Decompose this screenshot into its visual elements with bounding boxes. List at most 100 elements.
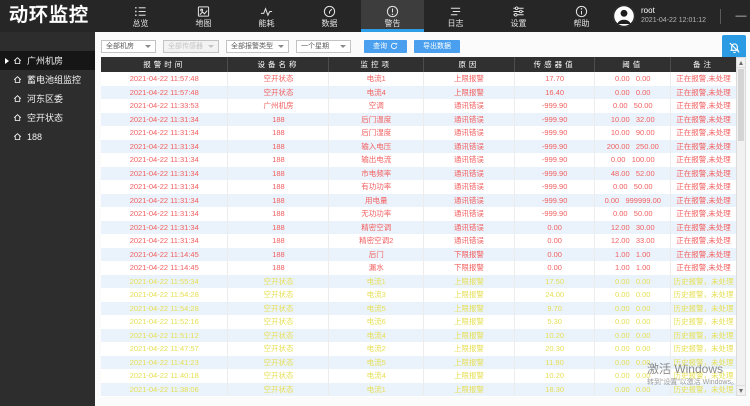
cell-value: 9.70 bbox=[514, 302, 595, 316]
cell-threshold: 0.00 0.00 bbox=[595, 369, 671, 383]
sensor-filter-select[interactable]: 全部传感器 bbox=[163, 40, 219, 53]
cell-reason: 上限报警 bbox=[424, 86, 515, 100]
cell-device: 188 bbox=[228, 221, 329, 235]
nav-item-5[interactable]: 警告 bbox=[361, 0, 424, 32]
cell-threshold: 0.00 50.00 bbox=[595, 180, 671, 194]
table-row[interactable]: 2021-04-22 11:14:45188后门下限报警0.001.00 1.0… bbox=[101, 248, 736, 262]
cell-threshold: 1.00 1.00 bbox=[595, 261, 671, 275]
cell-threshold: 0.00 0.00 bbox=[595, 342, 671, 356]
nav-item-8[interactable]: 帮助 bbox=[550, 0, 613, 32]
table-row[interactable]: 2021-04-22 11:31:34188后门湿度通讯错误-999.9010.… bbox=[101, 126, 736, 140]
nav-item-6[interactable]: 日志 bbox=[424, 0, 487, 32]
cell-threshold: 0.00 0.00 bbox=[595, 86, 671, 100]
minimize-button[interactable]: — bbox=[729, 0, 750, 32]
cell-value: 17.70 bbox=[514, 72, 595, 86]
table-row[interactable]: 2021-04-22 11:31:34188市电频率通讯错误-999.9048.… bbox=[101, 167, 736, 181]
cell-threshold: 48.00 52.00 bbox=[595, 167, 671, 181]
table-row[interactable]: 2021-04-22 11:33:53广州机房空调通讯错误-999.900.00… bbox=[101, 99, 736, 113]
cell-value: -999.90 bbox=[514, 194, 595, 208]
scroll-down-arrow-icon[interactable] bbox=[737, 385, 745, 395]
cell-time: 2021-04-22 11:14:45 bbox=[101, 248, 228, 262]
table-row[interactable]: 2021-04-22 11:38:06空开状态电流1上限报警18.300.00 … bbox=[101, 383, 736, 397]
cell-item: 空调 bbox=[329, 99, 424, 113]
sidebar-item-5[interactable]: 188 bbox=[0, 127, 95, 146]
cell-remark: 历史报警，未处理 bbox=[671, 369, 736, 383]
table-row[interactable]: 2021-04-22 11:54:28空开状态电流3上限报警24.000.00 … bbox=[101, 288, 736, 302]
table-row[interactable]: 2021-04-22 11:31:34188有功功率通讯错误-999.900.0… bbox=[101, 180, 736, 194]
nav-item-3[interactable]: 能耗 bbox=[235, 0, 298, 32]
cell-item: 市电频率 bbox=[329, 167, 424, 181]
table-row[interactable]: 2021-04-22 11:57:48空开状态电流1上限报警17.700.00 … bbox=[101, 72, 736, 86]
table-row[interactable]: 2021-04-22 11:31:34188输入电压通讯错误-999.90200… bbox=[101, 140, 736, 154]
room-filter-select[interactable]: 全部机房 bbox=[101, 40, 156, 53]
sensor-filter-value: 全部传感器 bbox=[168, 41, 203, 51]
nav-item-4[interactable]: 数据 bbox=[298, 0, 361, 32]
cell-device: 空开状态 bbox=[228, 356, 329, 370]
user-datetime: 2021-04-22 12:01:12 bbox=[641, 16, 706, 26]
cell-value: 16.40 bbox=[514, 86, 595, 100]
cell-value: -999.90 bbox=[514, 207, 595, 221]
table-row[interactable]: 2021-04-22 11:31:34188精密空调通讯错误0.0012.00 … bbox=[101, 221, 736, 235]
app-window: 动环监控 总览 地图 能耗 数据 警告 日志 设置 帮助 bbox=[0, 0, 750, 406]
table-row[interactable]: 2021-04-22 11:41:23空开状态电流5上限报警11.900.00 … bbox=[101, 356, 736, 370]
query-button[interactable]: 查询 bbox=[364, 40, 407, 53]
cell-remark: 历史报警，未处理 bbox=[671, 383, 736, 397]
cell-value: 24.00 bbox=[514, 288, 595, 302]
cell-reason: 上限报警 bbox=[424, 342, 515, 356]
alarm-type-filter-select[interactable]: 全部报警类型 bbox=[226, 40, 289, 53]
cell-reason: 通讯错误 bbox=[424, 140, 515, 154]
avatar[interactable] bbox=[613, 5, 635, 27]
table-row[interactable]: 2021-04-22 11:40:18空开状态电流4上限报警10.200.00 … bbox=[101, 369, 736, 383]
cell-device: 空开状态 bbox=[228, 315, 329, 329]
sidebar-item-4[interactable]: 空开状态 bbox=[0, 108, 95, 127]
cell-remark: 历史报警，未处理 bbox=[671, 356, 736, 370]
cell-time: 2021-04-22 11:38:06 bbox=[101, 383, 228, 397]
cell-time: 2021-04-22 11:14:45 bbox=[101, 261, 228, 275]
cell-reason: 通讯错误 bbox=[424, 153, 515, 167]
cell-value: -999.90 bbox=[514, 167, 595, 181]
cell-time: 2021-04-22 11:31:34 bbox=[101, 207, 228, 221]
vertical-scrollbar[interactable] bbox=[736, 57, 746, 396]
cell-item: 电流2 bbox=[329, 342, 424, 356]
sidebar-item-1[interactable]: 广州机房 bbox=[0, 51, 95, 70]
table-row[interactable]: 2021-04-22 11:54:28空开状态电流5上限报警9.700.00 0… bbox=[101, 302, 736, 316]
table-row[interactable]: 2021-04-22 11:14:45188漏水下限报警0.001.00 1.0… bbox=[101, 261, 736, 275]
alert-icon bbox=[386, 5, 399, 18]
cell-remark: 历史报警，未处理 bbox=[671, 302, 736, 316]
table-row[interactable]: 2021-04-22 11:31:34188无功功率通讯错误-999.900.0… bbox=[101, 207, 736, 221]
column-header: 传感器值 bbox=[514, 57, 595, 72]
alarm-table-container: 报警时间设备名称监控项原因传感器值阈值备注 2021-04-22 11:57:4… bbox=[101, 57, 746, 397]
table-row[interactable]: 2021-04-22 11:51:12空开状态电流4上限报警10.200.00 … bbox=[101, 329, 736, 343]
sidebar-item-3[interactable]: 河东区委 bbox=[0, 89, 95, 108]
table-row[interactable]: 2021-04-22 11:31:34188用电量通讯错误-999.900.00… bbox=[101, 194, 736, 208]
table-row[interactable]: 2021-04-22 11:57:48空开状态电流4上限报警16.400.00 … bbox=[101, 86, 736, 100]
table-row[interactable]: 2021-04-22 11:47:57空开状态电流2上限报警20.300.00 … bbox=[101, 342, 736, 356]
nav-item-7[interactable]: 设置 bbox=[487, 0, 550, 32]
cell-remark: 正在报警,未处理 bbox=[671, 234, 736, 248]
cell-threshold: 0.00 0.00 bbox=[595, 315, 671, 329]
cell-reason: 下限报警 bbox=[424, 261, 515, 275]
period-filter-select[interactable]: 一个星期 bbox=[296, 40, 351, 53]
sidebar-item-2[interactable]: 蓄电池组监控 bbox=[0, 70, 95, 89]
cell-device: 188 bbox=[228, 180, 329, 194]
scroll-up-arrow-icon[interactable] bbox=[737, 58, 745, 68]
table-row[interactable]: 2021-04-22 11:52:16空开状态电流6上限报警5.300.00 0… bbox=[101, 315, 736, 329]
cell-reason: 上限报警 bbox=[424, 369, 515, 383]
export-data-button[interactable]: 导出数据 bbox=[414, 40, 460, 53]
cell-time: 2021-04-22 11:51:12 bbox=[101, 329, 228, 343]
table-row[interactable]: 2021-04-22 11:31:34188输出电流通讯错误-999.900.0… bbox=[101, 153, 736, 167]
table-row[interactable]: 2021-04-22 11:55:34空开状态电流1上限报警17.500.00 … bbox=[101, 275, 736, 289]
nav-item-1[interactable]: 总览 bbox=[109, 0, 172, 32]
column-header: 备注 bbox=[671, 57, 736, 72]
cell-reason: 上限报警 bbox=[424, 275, 515, 289]
chevron-down-icon bbox=[145, 45, 151, 48]
cell-reason: 上限报警 bbox=[424, 383, 515, 397]
scrollbar-thumb[interactable] bbox=[738, 69, 744, 141]
mute-alarm-button[interactable] bbox=[722, 35, 746, 59]
cell-item: 电流1 bbox=[329, 72, 424, 86]
table-row[interactable]: 2021-04-22 11:31:34188精密空调2通讯错误0.0012.00… bbox=[101, 234, 736, 248]
cell-remark: 历史报警，未处理 bbox=[671, 275, 736, 289]
nav-item-2[interactable]: 地图 bbox=[172, 0, 235, 32]
table-row[interactable]: 2021-04-22 11:31:34188后门温度通讯错误-999.9010.… bbox=[101, 113, 736, 127]
cell-device: 188 bbox=[228, 261, 329, 275]
